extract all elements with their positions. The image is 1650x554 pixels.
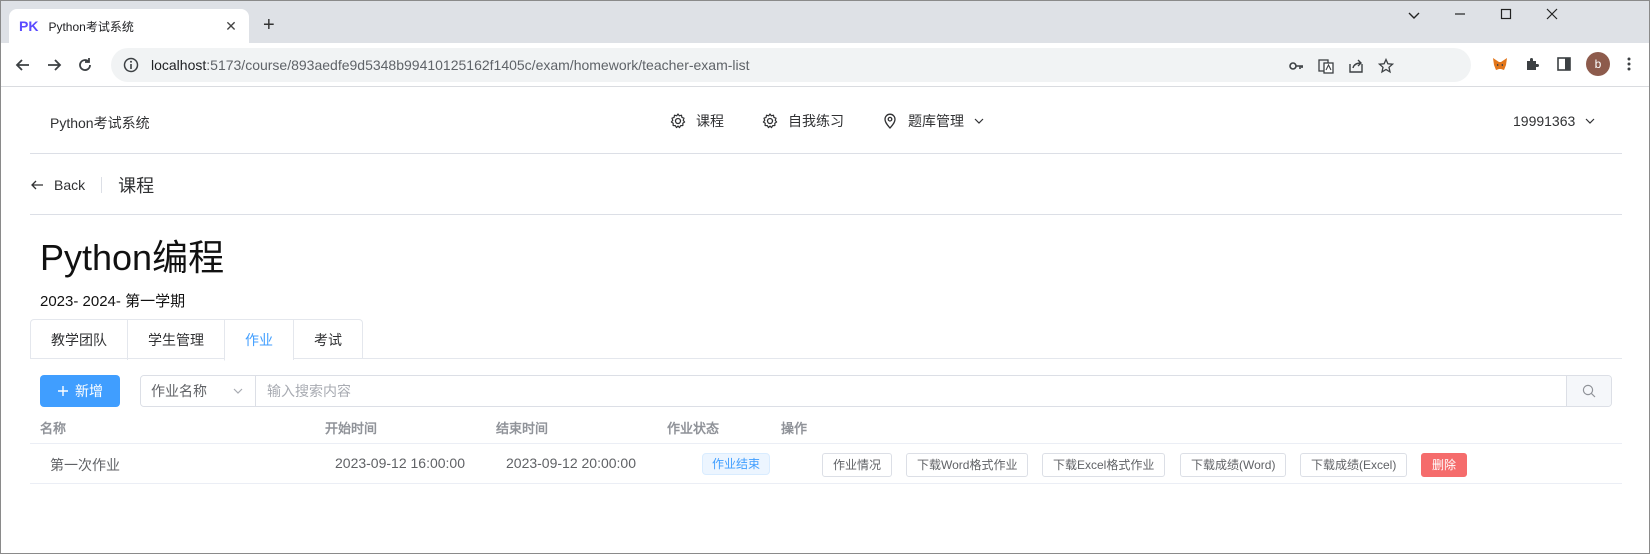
- search-field-value: 作业名称: [151, 383, 207, 399]
- browser-tab[interactable]: PK Python考试系统 ✕: [9, 9, 249, 43]
- tab-search-icon[interactable]: [1399, 7, 1429, 23]
- browser-menu-icon[interactable]: [1618, 53, 1640, 75]
- forward-arrow-icon[interactable]: [42, 53, 66, 77]
- profile-avatar[interactable]: b: [1586, 52, 1610, 76]
- tab-close-icon[interactable]: ✕: [223, 18, 239, 35]
- back-arrow-icon[interactable]: [11, 53, 35, 77]
- key-icon[interactable]: [1287, 57, 1305, 75]
- download-grades-word-button[interactable]: 下载成绩(Word): [1180, 453, 1287, 477]
- status-badge: 作业结束: [702, 453, 771, 475]
- menu-label-course: 课程: [696, 113, 724, 129]
- url-host: localhost: [151, 57, 207, 73]
- tab-teaching-team[interactable]: 教学团队: [31, 320, 127, 360]
- brand-title[interactable]: Python考试系统: [50, 113, 150, 133]
- maximize-icon[interactable]: [1491, 7, 1521, 23]
- side-panel-icon[interactable]: [1553, 53, 1575, 75]
- new-tab-icon[interactable]: +: [263, 15, 275, 35]
- table-header: 名称 开始时间 结束时间 作业状态 操作: [30, 407, 1622, 444]
- header-name: 名称: [40, 421, 67, 436]
- search-icon: [1582, 384, 1596, 398]
- menu-item-course[interactable]: 课程: [670, 109, 724, 133]
- homework-start-time: 2023-09-12 16:00:00: [335, 455, 465, 471]
- view-homework-status-button[interactable]: 作业情况: [822, 453, 893, 477]
- header-operations: 操作: [781, 421, 808, 436]
- homework-end-time: 2023-09-12 20:00:00: [506, 455, 636, 471]
- homework-table: 名称 开始时间 结束时间 作业状态 操作 第一次作业 2023-09-12 16…: [30, 407, 1622, 484]
- browser-toolbar: localhost:5173/course/893aedfe9d5348b994…: [1, 43, 1649, 87]
- header-divider: [101, 176, 103, 193]
- app-root: Python考试系统 课程 自我练习 题库管理 19991363 Back 课程…: [1, 87, 1649, 553]
- chevron-down-icon: [1585, 118, 1595, 124]
- translate-icon[interactable]: [1317, 57, 1335, 75]
- gear-icon: [670, 113, 686, 129]
- add-homework-button[interactable]: 新增: [40, 375, 120, 407]
- user-menu[interactable]: 19991363: [1513, 109, 1595, 133]
- gear-icon: [762, 113, 778, 129]
- menu-label-practice: 自我练习: [788, 113, 844, 129]
- delete-button[interactable]: 删除: [1421, 453, 1468, 477]
- user-id: 19991363: [1513, 113, 1576, 129]
- add-button-label: 新增: [75, 383, 103, 399]
- tab-student-management[interactable]: 学生管理: [127, 320, 224, 360]
- page-title: 课程: [118, 175, 155, 196]
- search-button[interactable]: [1566, 376, 1611, 406]
- tab-homework[interactable]: 作业: [224, 320, 293, 361]
- chevron-down-icon: [974, 118, 984, 124]
- plus-icon: [58, 386, 68, 396]
- menu-item-practice[interactable]: 自我练习: [762, 109, 844, 133]
- search-field-select[interactable]: 作业名称: [141, 376, 256, 406]
- menu-label-question-bank: 题库管理: [908, 113, 964, 129]
- location-pin-icon: [884, 113, 896, 129]
- header-start-time: 开始时间: [325, 421, 378, 436]
- course-term: 2023- 2024- 第一学期: [40, 293, 186, 310]
- minimize-icon[interactable]: [1445, 7, 1475, 23]
- header-status: 作业状态: [667, 421, 720, 436]
- page-header: Back 课程: [30, 155, 1622, 215]
- tab-exam[interactable]: 考试: [293, 320, 362, 360]
- tab-favicon: PK: [19, 18, 39, 34]
- share-icon[interactable]: [1347, 57, 1365, 75]
- top-nav: Python考试系统 课程 自我练习 题库管理 19991363: [30, 87, 1622, 154]
- menu-item-question-bank[interactable]: 题库管理: [882, 109, 994, 133]
- course-tabs: 教学团队 学生管理 作业 考试: [30, 319, 1622, 361]
- chevron-down-icon: [233, 388, 243, 394]
- metamask-extension-icon[interactable]: [1489, 53, 1511, 75]
- reload-icon[interactable]: [73, 53, 97, 77]
- browser-window: PK Python考试系统 ✕ + localhost:5173/course/…: [0, 0, 1650, 554]
- bookmark-star-icon[interactable]: [1377, 57, 1395, 75]
- course-title: Python编程: [40, 237, 225, 278]
- table-row: 第一次作业 2023-09-12 16:00:00 2023-09-12 20:…: [30, 444, 1622, 484]
- search-bar: 作业名称: [140, 375, 1612, 407]
- header-end-time: 结束时间: [496, 421, 549, 436]
- search-input[interactable]: [256, 376, 1566, 406]
- back-button[interactable]: Back: [30, 177, 85, 193]
- close-window-icon[interactable]: [1537, 7, 1567, 23]
- url-path: :5173/course/893aedfe9d5348b99410125162f…: [206, 57, 750, 73]
- url-text[interactable]: localhost:5173/course/893aedfe9d5348b994…: [151, 57, 750, 73]
- arrow-left-icon: [31, 180, 43, 189]
- site-info-icon[interactable]: [123, 57, 139, 73]
- address-bar[interactable]: localhost:5173/course/893aedfe9d5348b994…: [111, 48, 1471, 82]
- tab-strip: PK Python考试系统 ✕ +: [1, 1, 1649, 43]
- homework-name: 第一次作业: [50, 457, 120, 473]
- download-word-homework-button[interactable]: 下载Word格式作业: [906, 453, 1029, 477]
- tab-title: Python考试系统: [48, 19, 134, 34]
- extensions-puzzle-icon[interactable]: [1521, 53, 1543, 75]
- back-label: Back: [54, 176, 86, 193]
- download-excel-homework-button[interactable]: 下载Excel格式作业: [1042, 453, 1166, 477]
- download-grades-excel-button[interactable]: 下载成绩(Excel): [1300, 453, 1408, 477]
